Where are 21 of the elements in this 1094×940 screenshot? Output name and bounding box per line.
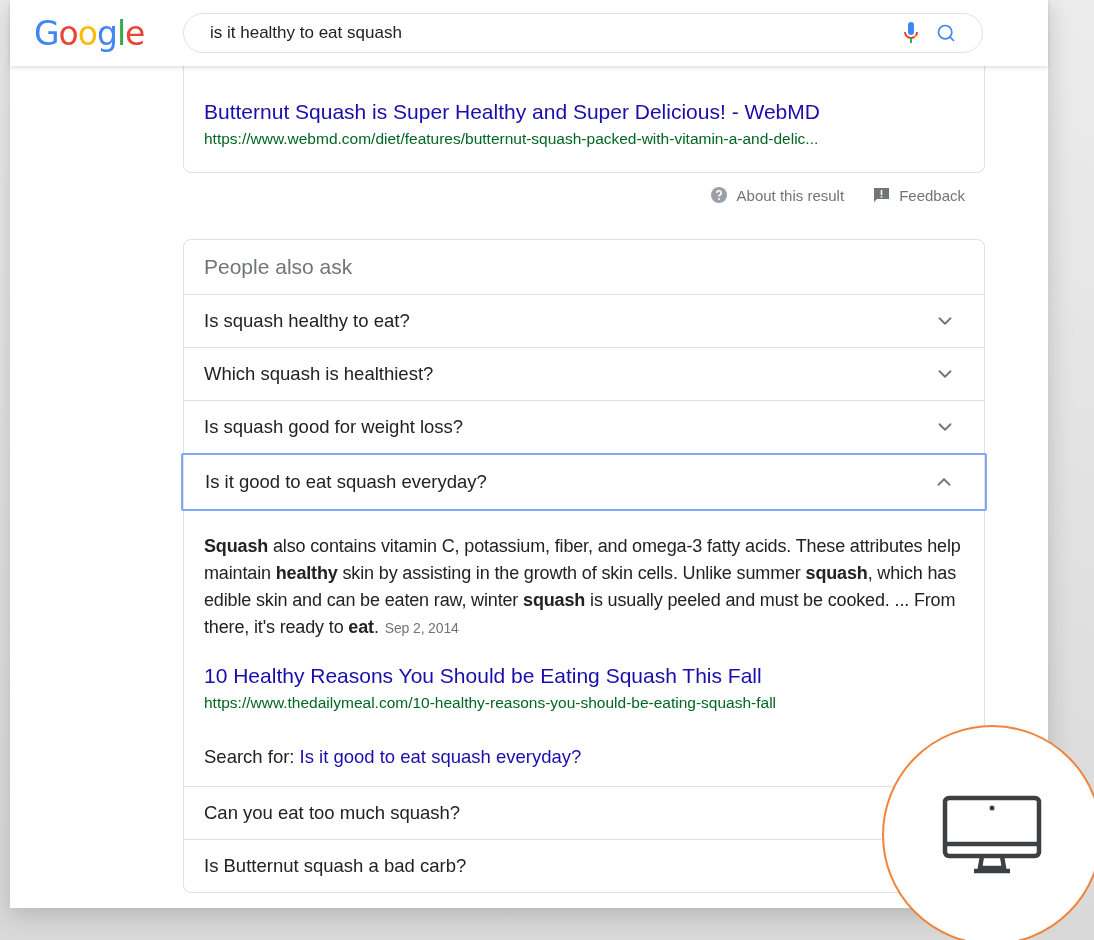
snippet-date: Sep 2, 2014 <box>384 620 459 636</box>
result-link[interactable]: Butternut Squash is Super Healthy and Super Delicious! - WebMD <box>204 100 964 124</box>
answer-snippet: Squash also contains vitamin C, potassium, fiber, and omega-3 fatty acids. These attributes help maintain healthy skin by assisting in the growth of skin cells. Unlike summer squash, which has edible skin and can be eaten raw, winter squash is usually peeled and must be cooked. ... From there, it's ready to eat. Sep 2, 2014 <box>204 535 962 639</box>
question-row[interactable]: Is squash healthy to eat? <box>184 294 984 347</box>
google-logo[interactable]: Google <box>34 13 183 53</box>
feedback-icon <box>874 187 890 203</box>
result-action-link[interactable]: Feedback <box>874 186 965 204</box>
answer-url: https://www.thedailymeal.com/10-healthy-reasons-you-should-be-eating-squash-fall <box>204 694 778 712</box>
help-icon <box>710 187 727 203</box>
answer-link[interactable]: 10 Healthy Reasons You Should be Eating Squash This Fall <box>204 664 964 688</box>
search-for-label: Search for: <box>204 746 295 768</box>
question-row[interactable]: Is squash good for weight loss? <box>184 400 984 453</box>
result-url: https://www.webmd.com/diet/features/butternut-squash-packed-with-vitamin-a-and-delic... <box>204 130 820 148</box>
question-row[interactable]: Which squash is healthiest? <box>184 347 984 400</box>
question-row[interactable]: Is it good to eat squash everyday? <box>181 453 987 511</box>
search-query-link[interactable]: Is it good to eat squash everyday? <box>299 746 582 768</box>
monitor-icon <box>942 795 1042 875</box>
section-title: People also ask <box>203 254 354 280</box>
result-action-link[interactable]: About this result <box>710 186 845 204</box>
search-icon[interactable] <box>936 23 956 43</box>
microphone-icon[interactable] <box>904 22 918 44</box>
